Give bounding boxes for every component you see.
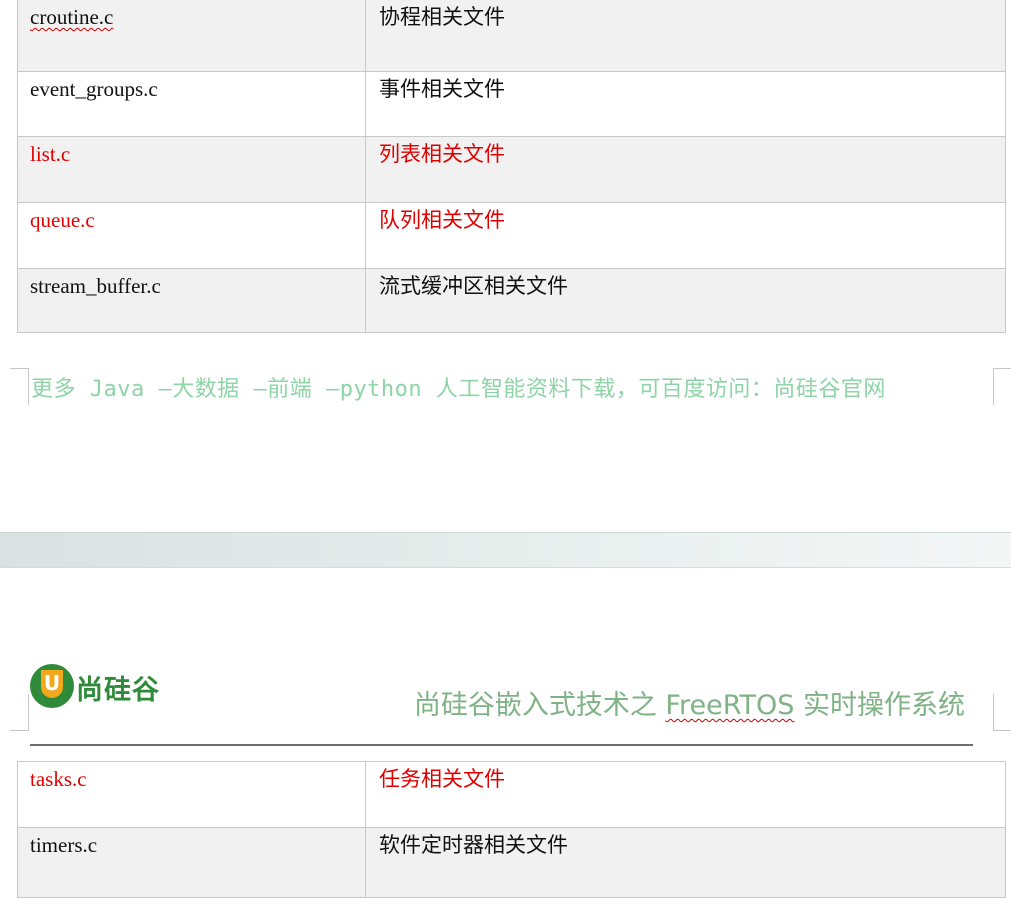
header-title-suffix: 实时操作系统 bbox=[794, 690, 965, 721]
file-name-cell: event_groups.c bbox=[17, 71, 366, 137]
header-title: 尚硅谷嵌入式技术之 FreeRTOS 实时操作系统 bbox=[414, 683, 965, 722]
file-table-bottom: tasks.c 任务相关文件 timers.c 软件定时器相关文件 bbox=[17, 761, 1006, 898]
file-description: 协程相关文件 bbox=[379, 5, 505, 29]
file-name: list.c bbox=[30, 142, 71, 166]
file-name-cell: queue.c bbox=[17, 202, 366, 269]
page-separator bbox=[0, 532, 1011, 568]
file-name-cell: tasks.c bbox=[17, 761, 366, 828]
file-name-cell: timers.c bbox=[17, 827, 366, 898]
footer-text: 更多 Java –大数据 –前端 –python 人工智能资料下载，可百度访问：… bbox=[31, 377, 886, 402]
file-desc-cell: 协程相关文件 bbox=[365, 0, 1006, 72]
header-rule bbox=[30, 744, 973, 746]
crop-mark bbox=[10, 694, 29, 731]
file-table-top: croutine.c 协程相关文件 event_groups.c 事件相关文件 … bbox=[17, 0, 1006, 333]
file-desc-cell: 列表相关文件 bbox=[365, 136, 1006, 203]
file-name: croutine.c bbox=[30, 5, 114, 29]
file-desc-cell: 软件定时器相关文件 bbox=[365, 827, 1006, 898]
table-row: event_groups.c 事件相关文件 bbox=[17, 71, 1006, 137]
file-desc-cell: 事件相关文件 bbox=[365, 71, 1006, 137]
crop-mark bbox=[993, 694, 1011, 731]
file-name-cell: list.c bbox=[17, 136, 366, 203]
file-desc-cell: 队列相关文件 bbox=[365, 202, 1006, 269]
file-description: 事件相关文件 bbox=[379, 77, 505, 101]
file-name-cell: stream_buffer.c bbox=[17, 268, 366, 333]
file-description: 列表相关文件 bbox=[379, 142, 505, 166]
table-row: queue.c 队列相关文件 bbox=[17, 202, 1006, 269]
logo-text: 尚硅谷 bbox=[76, 675, 160, 706]
table-row: list.c 列表相关文件 bbox=[17, 136, 1006, 203]
header-title-product: FreeRTOS bbox=[665, 690, 795, 721]
file-description: 流式缓冲区相关文件 bbox=[379, 274, 568, 298]
table-row: stream_buffer.c 流式缓冲区相关文件 bbox=[17, 268, 1006, 333]
file-desc-cell: 任务相关文件 bbox=[365, 761, 1006, 828]
file-description: 任务相关文件 bbox=[379, 767, 505, 791]
header-title-prefix: 尚硅谷嵌入式技术之 bbox=[413, 690, 666, 721]
file-description: 队列相关文件 bbox=[379, 208, 505, 232]
file-name: timers.c bbox=[30, 833, 98, 857]
file-name: stream_buffer.c bbox=[30, 274, 161, 298]
table-row: croutine.c 协程相关文件 bbox=[17, 0, 1006, 72]
table-row: timers.c 软件定时器相关文件 bbox=[17, 827, 1006, 898]
file-description: 软件定时器相关文件 bbox=[379, 833, 568, 857]
file-name: queue.c bbox=[30, 208, 95, 232]
crop-mark bbox=[993, 368, 1011, 405]
crop-mark bbox=[10, 368, 29, 405]
table-row: tasks.c 任务相关文件 bbox=[17, 761, 1006, 828]
file-desc-cell: 流式缓冲区相关文件 bbox=[365, 268, 1006, 333]
file-name: event_groups.c bbox=[30, 77, 158, 101]
file-name: tasks.c bbox=[30, 767, 87, 791]
logo-letter: U bbox=[41, 670, 63, 698]
logo-icon: U bbox=[30, 664, 74, 708]
file-name-cell: croutine.c bbox=[17, 0, 366, 72]
